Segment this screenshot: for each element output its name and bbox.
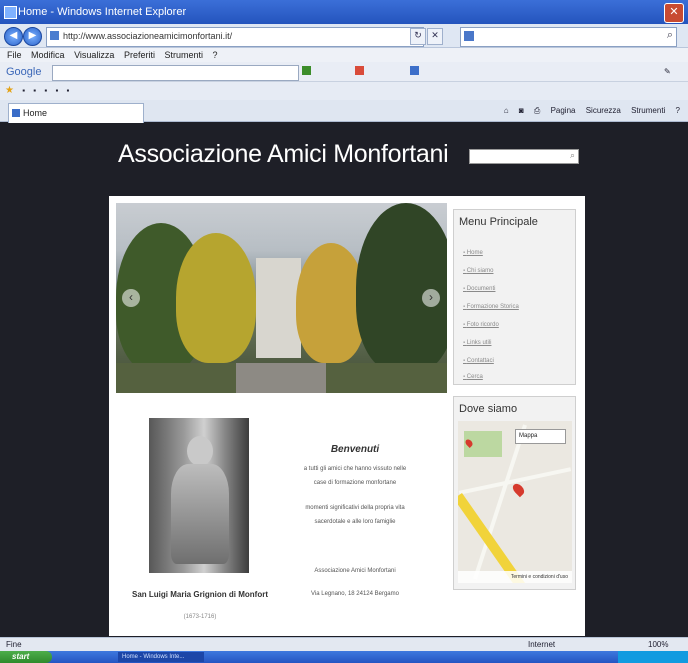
driveway bbox=[236, 363, 326, 393]
help-icon[interactable]: ? bbox=[676, 106, 680, 115]
search-provider-icon bbox=[464, 31, 474, 41]
menu-strumenti[interactable]: Strumenti bbox=[164, 50, 203, 60]
status-text: Fine bbox=[6, 640, 22, 649]
image-slider: ‹ › bbox=[116, 203, 447, 393]
security-menu[interactable]: Sicurezza bbox=[586, 106, 621, 115]
wrench-icon[interactable]: ✎ bbox=[664, 65, 671, 79]
tab-bar: Home ⌂ ◙ ⎙ Pagina Sicurezza Strumenti ? bbox=[0, 100, 688, 123]
saint-statue-image bbox=[149, 418, 249, 573]
menu-item-contattaci[interactable]: Contattaci bbox=[463, 358, 494, 364]
menu-item-chi-siamo[interactable]: Chi siamo bbox=[463, 268, 494, 274]
google-map[interactable]: Mappa Termini e condizioni d'uso bbox=[458, 421, 572, 583]
search-icon[interactable]: ⌕ bbox=[570, 150, 575, 161]
google-search-button[interactable] bbox=[302, 65, 313, 79]
print-icon[interactable]: ⎙ bbox=[534, 106, 540, 115]
map-terms[interactable]: Termini e condizioni d'uso bbox=[458, 571, 572, 583]
favorites-item[interactable]: ▪ bbox=[44, 86, 47, 95]
welcome-text: a tutti gli amici che hanno vissuto nell… bbox=[303, 466, 407, 472]
menu-item-links[interactable]: Links utili bbox=[463, 340, 492, 346]
window-titlebar: Home - Windows Internet Explorer ✕ bbox=[0, 0, 688, 24]
statue-caption: San Luigi Maria Grignion di Monfort bbox=[132, 590, 268, 599]
menu-visualizza[interactable]: Visualizza bbox=[74, 50, 114, 60]
bookmark-icon bbox=[355, 66, 364, 75]
favorites-item[interactable]: ▪ bbox=[33, 86, 36, 95]
menu-help[interactable]: ? bbox=[213, 50, 218, 60]
url-input[interactable]: http://www.associazioneamicimonfortani.i… bbox=[46, 27, 424, 47]
welcome-text: case di formazione monfortane bbox=[313, 480, 397, 486]
favorites-item[interactable]: ▪ bbox=[55, 86, 58, 95]
menu-bar: File Modifica Visualizza Preferiti Strum… bbox=[0, 48, 688, 62]
menu-item-cerca[interactable]: Cerca bbox=[463, 374, 483, 380]
welcome-address: Via Legnano, 18 24124 Bergamo bbox=[311, 591, 399, 597]
start-button[interactable]: start bbox=[0, 651, 52, 663]
location-box: Dove siamo Mappa Termini e condizioni d'… bbox=[453, 396, 576, 590]
slider-next-button[interactable]: › bbox=[422, 289, 440, 307]
google-logo: Google bbox=[6, 66, 42, 78]
welcome-text: sacerdotale e alle loro famiglie bbox=[314, 519, 396, 525]
menu-item-foto[interactable]: Foto ricordo bbox=[463, 322, 499, 328]
site-search-input[interactable]: ⌕ bbox=[469, 149, 579, 164]
page-icon bbox=[12, 109, 20, 117]
menu-item-documenti[interactable]: Documenti bbox=[463, 286, 496, 292]
welcome-text: momenti significativi della propria vita bbox=[305, 505, 405, 511]
google-toolbar: Google ✎ bbox=[0, 62, 688, 82]
welcome-address-name: Associazione Amici Monfortani bbox=[314, 568, 396, 574]
favorites-item[interactable]: ▪ bbox=[67, 86, 70, 95]
bookmarks-button[interactable] bbox=[355, 65, 366, 79]
refresh-button[interactable]: ↻ bbox=[410, 28, 426, 45]
site-title[interactable]: Associazione Amici Monfortani bbox=[118, 140, 449, 169]
welcome-title: Benvenuti bbox=[330, 444, 380, 455]
forward-button[interactable]: ▶ bbox=[23, 27, 42, 46]
address-bar: ◀ ▶ http://www.associazioneamicimonforta… bbox=[0, 24, 688, 48]
ie-icon bbox=[4, 6, 17, 19]
statue-caption-dates: (1673-1716) bbox=[183, 614, 217, 620]
tools-menu[interactable]: Strumenti bbox=[631, 106, 665, 115]
map-highway bbox=[458, 493, 526, 583]
search-go-icon bbox=[302, 66, 311, 75]
tab-label: Home bbox=[23, 108, 48, 118]
main-menu-title: Menu Principale bbox=[459, 216, 538, 228]
statue-head bbox=[187, 436, 213, 466]
zone-indicator: Internet bbox=[528, 640, 556, 649]
google-search-input[interactable] bbox=[52, 65, 299, 81]
window-title: Home - Windows Internet Explorer bbox=[18, 6, 187, 18]
favorites-bar: ★ ▪ ▪ ▪ ▪ ▪ bbox=[0, 82, 688, 100]
main-menu-box: Menu Principale Home Chi siamo Documenti… bbox=[453, 209, 576, 385]
toolbar-button[interactable] bbox=[410, 65, 421, 79]
map-pin-icon[interactable] bbox=[510, 481, 527, 498]
favorites-item[interactable]: ▪ bbox=[22, 86, 25, 95]
menu-item-home[interactable]: Home bbox=[463, 250, 483, 256]
url-text: http://www.associazioneamicimonfortani.i… bbox=[63, 31, 233, 41]
tree bbox=[176, 233, 256, 363]
tree bbox=[356, 203, 447, 373]
feeds-icon[interactable]: ◙ bbox=[519, 106, 524, 115]
page-icon bbox=[50, 31, 59, 40]
close-window-button[interactable]: ✕ bbox=[664, 3, 684, 23]
back-button[interactable]: ◀ bbox=[4, 27, 23, 46]
toolbar-icon bbox=[410, 66, 419, 75]
command-bar: ⌂ ◙ ⎙ Pagina Sicurezza Strumenti ? bbox=[496, 103, 680, 119]
location-title: Dove siamo bbox=[459, 403, 518, 415]
taskbar: start Home - Windows Inte... bbox=[0, 651, 688, 663]
taskbar-item-ie[interactable]: Home - Windows Inte... bbox=[118, 652, 204, 662]
live-search-input[interactable]: ⌕ bbox=[460, 27, 677, 47]
menu-file[interactable]: File bbox=[7, 50, 22, 60]
zoom-level[interactable]: 100% bbox=[648, 638, 668, 651]
home-icon[interactable]: ⌂ bbox=[504, 106, 509, 115]
map-type-select[interactable]: Mappa bbox=[515, 429, 566, 444]
statue-body bbox=[171, 464, 229, 564]
menu-item-formazione[interactable]: Formazione Storica bbox=[463, 304, 519, 310]
menu-modifica[interactable]: Modifica bbox=[31, 50, 65, 60]
page-menu[interactable]: Pagina bbox=[551, 106, 576, 115]
system-tray bbox=[618, 651, 688, 663]
villa bbox=[256, 258, 301, 358]
favorites-star-icon[interactable]: ★ bbox=[5, 85, 14, 96]
menu-preferiti[interactable]: Preferiti bbox=[124, 50, 155, 60]
slider-prev-button[interactable]: ‹ bbox=[122, 289, 140, 307]
tab-home[interactable]: Home bbox=[8, 103, 144, 123]
search-icon[interactable]: ⌕ bbox=[667, 29, 673, 42]
status-bar: Fine Internet 100% bbox=[0, 637, 688, 651]
stop-button[interactable]: ✕ bbox=[427, 28, 443, 45]
